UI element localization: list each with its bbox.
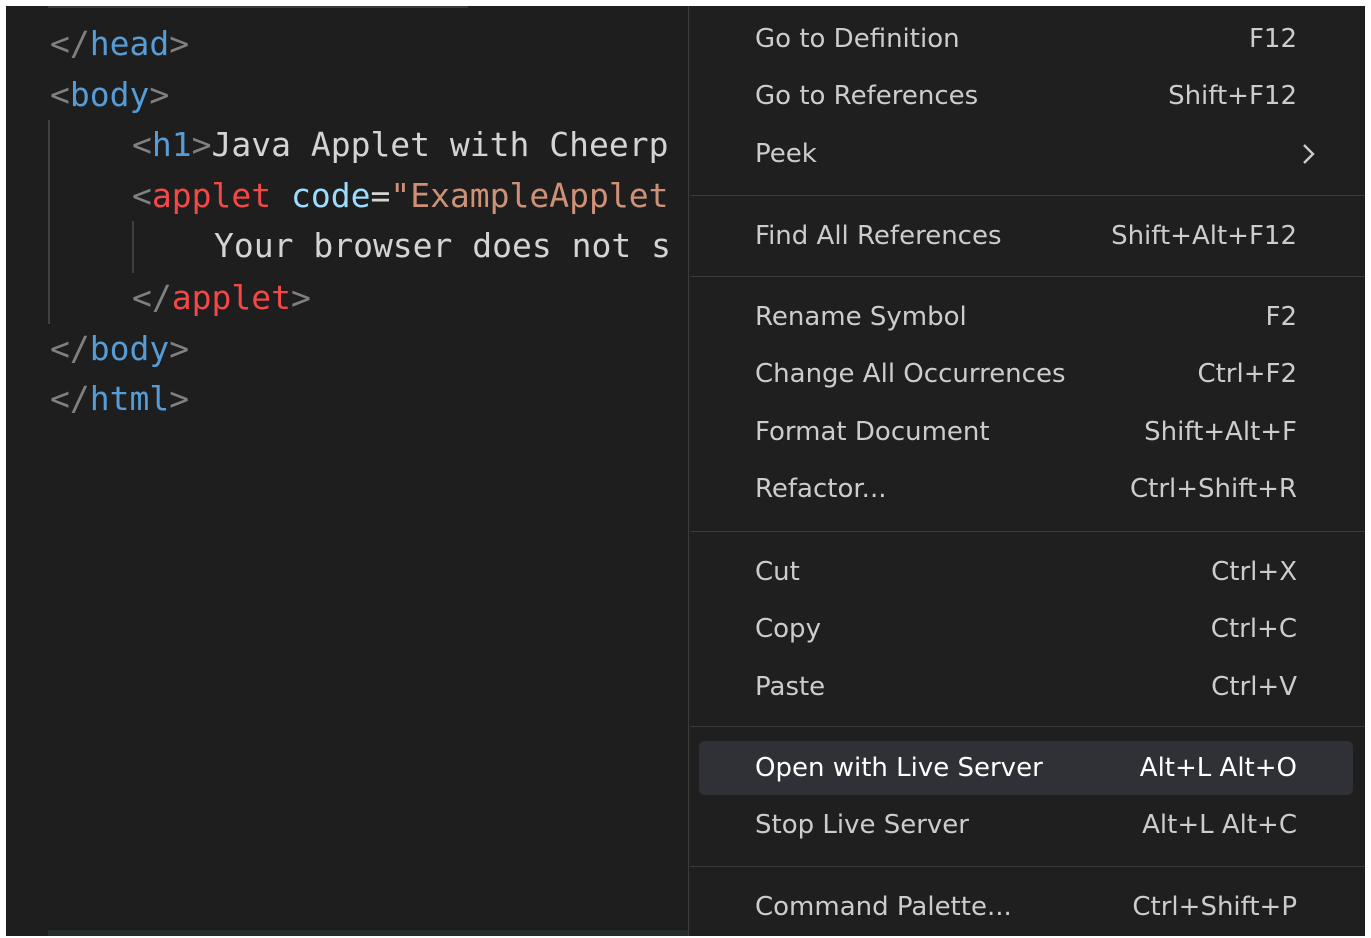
menu-item-shortcut: Ctrl+F2	[1197, 359, 1297, 389]
menu-item-rename-symbol[interactable]: Rename Symbol F2	[699, 290, 1353, 344]
menu-item-label: Paste	[755, 672, 826, 702]
context-menu: Go to Definition F12 Go to References Sh…	[688, 6, 1365, 936]
menu-item-label: Go to Definition	[755, 24, 960, 54]
code-punct: >	[169, 379, 190, 418]
vscode-window: </head> <body> <h1>Java Applet with Chee…	[6, 6, 1365, 936]
code-punct: <	[132, 176, 152, 215]
menu-item-shortcut: Alt+L Alt+C	[1142, 810, 1297, 840]
chevron-right-icon	[1303, 144, 1315, 164]
code-punct: >	[149, 75, 170, 114]
code-tag: body	[69, 75, 150, 114]
menu-item-label: Command Palette...	[755, 892, 1012, 922]
menu-item-go-to-references[interactable]: Go to References Shift+F12	[699, 69, 1353, 123]
code-attribute: code	[290, 176, 371, 215]
code-punct: >	[169, 24, 190, 63]
code-punct: >	[169, 329, 190, 368]
code-tag: applet	[171, 278, 291, 317]
code-punct: <	[50, 75, 70, 114]
menu-item-shortcut: Shift+Alt+F	[1144, 417, 1297, 447]
code-tag: h1	[151, 125, 192, 164]
code-tag: html	[89, 379, 170, 418]
code-text: Java Applet with Cheerp	[211, 125, 669, 164]
menu-item-go-to-definition[interactable]: Go to Definition F12	[699, 12, 1353, 66]
menu-item-shortcut: Ctrl+Shift+P	[1132, 892, 1297, 922]
menu-separator	[690, 531, 1365, 532]
menu-item-shortcut: Ctrl+X	[1211, 557, 1297, 587]
code-equals: =	[370, 176, 391, 215]
menu-item-command-palette[interactable]: Command Palette... Ctrl+Shift+P	[699, 880, 1353, 934]
code-line: <h1>Java Applet with Cheerp	[132, 120, 668, 170]
menu-item-label: Refactor...	[755, 474, 887, 504]
menu-item-copy[interactable]: Copy Ctrl+C	[699, 602, 1353, 656]
menu-item-change-all-occurrences[interactable]: Change All Occurrences Ctrl+F2	[699, 347, 1353, 401]
indent-guide-body	[48, 120, 50, 324]
menu-item-label: Open with Live Server	[755, 753, 1043, 783]
code-string: "ExampleApplet	[390, 176, 669, 215]
code-text: Your browser does not s	[214, 226, 671, 265]
menu-item-label: Stop Live Server	[755, 810, 969, 840]
code-punct: </	[50, 24, 90, 63]
menu-item-find-all-references[interactable]: Find All References Shift+Alt+F12	[699, 209, 1353, 263]
menu-item-shortcut: F12	[1248, 24, 1297, 54]
code-punct: >	[290, 278, 311, 317]
code-line: <applet code="ExampleApplet	[132, 171, 668, 221]
menu-item-label: Find All References	[755, 221, 1002, 251]
menu-item-format-document[interactable]: Format Document Shift+Alt+F	[699, 405, 1353, 459]
menu-item-refactor[interactable]: Refactor... Ctrl+Shift+R	[699, 462, 1353, 516]
menu-item-label: Change All Occurrences	[755, 359, 1066, 389]
menu-item-shortcut: Ctrl+C	[1210, 614, 1297, 644]
menu-item-cut[interactable]: Cut Ctrl+X	[699, 545, 1353, 599]
code-punct: </	[50, 329, 90, 368]
code-editor[interactable]: </head> <body> <h1>Java Applet with Chee…	[6, 6, 688, 936]
menu-item-shortcut: Shift+Alt+F12	[1111, 221, 1297, 251]
menu-item-stop-live-server[interactable]: Stop Live Server Alt+L Alt+C	[699, 798, 1353, 852]
menu-item-label: Format Document	[755, 417, 990, 447]
code-line: </head>	[50, 19, 189, 69]
menu-item-paste[interactable]: Paste Ctrl+V	[699, 660, 1353, 714]
indent-guide-applet	[132, 221, 134, 273]
menu-item-shortcut: Shift+F12	[1168, 81, 1297, 111]
menu-item-label: Peek	[755, 139, 817, 169]
menu-item-label: Cut	[755, 557, 800, 587]
code-line: </applet>	[132, 273, 311, 323]
code-line: </body>	[50, 324, 189, 374]
code-line: </html>	[50, 374, 189, 424]
menu-item-label: Go to References	[755, 81, 979, 111]
menu-item-open-with-live-server[interactable]: Open with Live Server Alt+L Alt+O	[699, 741, 1353, 795]
menu-item-label: Rename Symbol	[755, 302, 967, 332]
code-line: Your browser does not s	[214, 221, 671, 271]
code-tag: head	[89, 24, 170, 63]
menu-separator	[690, 866, 1365, 867]
menu-item-shortcut: Ctrl+V	[1211, 672, 1297, 702]
menu-separator	[690, 726, 1365, 727]
code-punct: </	[132, 278, 172, 317]
menu-item-label: Copy	[755, 614, 821, 644]
code-tag: applet	[151, 176, 272, 215]
menu-separator	[690, 195, 1365, 196]
menu-separator	[690, 276, 1365, 277]
code-punct: <	[132, 125, 152, 164]
code-line: <body>	[50, 70, 169, 120]
code-tag: body	[89, 329, 170, 368]
menu-item-shortcut: Alt+L Alt+O	[1139, 753, 1297, 783]
code-punct: >	[191, 125, 212, 164]
menu-item-shortcut: F2	[1265, 302, 1298, 332]
editor-top-border	[48, 6, 468, 8]
editor-bottom-strip	[48, 930, 688, 936]
code-punct: </	[50, 379, 90, 418]
menu-item-peek[interactable]: Peek	[699, 127, 1353, 181]
menu-item-shortcut: Ctrl+Shift+R	[1130, 474, 1297, 504]
